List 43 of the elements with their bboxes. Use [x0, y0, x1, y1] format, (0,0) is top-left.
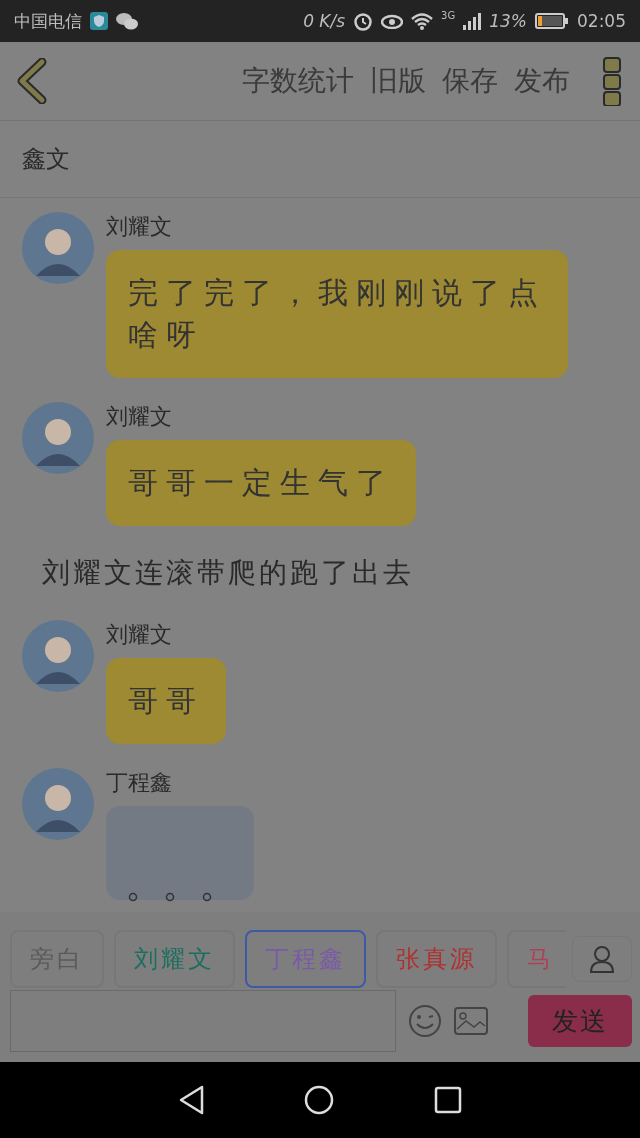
network-type-text: 3G — [441, 10, 456, 21]
network-speed-text: 0 K/s — [303, 11, 346, 31]
eye-icon — [381, 13, 404, 29]
wifi-icon — [411, 12, 434, 30]
message-bubble: 哥哥 — [106, 658, 226, 744]
clock-text: 02:05 — [577, 11, 626, 31]
recents-nav-icon[interactable] — [434, 1086, 462, 1114]
avatar-icon — [22, 402, 94, 474]
role-chip[interactable]: 马 — [507, 930, 566, 988]
header-action-button[interactable]: 旧版 — [362, 62, 434, 100]
shield-icon — [90, 12, 108, 30]
sender-name: 丁程鑫 — [106, 769, 172, 797]
battery-icon — [535, 13, 569, 29]
role-chip[interactable]: 刘耀文 — [114, 930, 235, 988]
signal-icon — [463, 12, 482, 30]
carrier-text: 中国电信 — [14, 9, 82, 33]
image-icon[interactable] — [454, 1007, 488, 1035]
sender-name: 刘耀文 — [106, 403, 172, 431]
avatar-icon — [22, 620, 94, 692]
role-chip[interactable]: 张真源 — [376, 930, 497, 988]
send-button[interactable]: 发送 — [528, 995, 632, 1047]
sender-name: 刘耀文 — [106, 621, 172, 649]
back-icon[interactable] — [16, 58, 48, 104]
person-icon — [589, 945, 615, 973]
header-action-button[interactable]: 字数统计 — [234, 62, 362, 100]
message-bubble: 哥哥一定生气了 — [106, 440, 416, 526]
person-button[interactable] — [572, 936, 632, 982]
message-bubble: 完了完了，我刚刚说了点啥呀 — [106, 250, 568, 378]
avatar-icon — [22, 768, 94, 840]
story-title: 鑫文 — [0, 121, 640, 198]
more-icon[interactable] — [602, 56, 624, 106]
battery-percent-text: 13% — [489, 11, 527, 31]
sender-name: 刘耀文 — [106, 213, 172, 241]
home-nav-icon[interactable] — [304, 1085, 334, 1115]
smiley-icon[interactable] — [408, 1004, 442, 1038]
avatar-icon — [22, 212, 94, 284]
typing-dots-icon — [128, 892, 212, 902]
chat-bubbles-icon — [116, 12, 138, 30]
alarm-clock-icon — [353, 11, 374, 31]
header-action-button[interactable]: 发布 — [506, 62, 578, 100]
back-nav-icon[interactable] — [178, 1085, 204, 1115]
header-action-button[interactable]: 保存 — [434, 62, 506, 100]
narration-text: 刘耀文连滚带爬的跑了出去 — [41, 555, 415, 591]
